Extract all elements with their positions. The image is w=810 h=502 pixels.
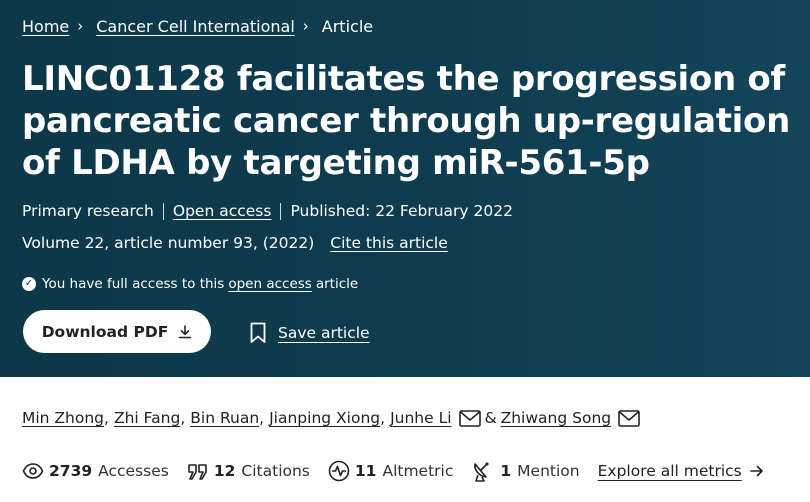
mentions-label: Mention — [517, 462, 580, 480]
article-meta: Primary research Open access Published: … — [22, 200, 513, 222]
separator: , — [259, 409, 265, 427]
cite-article-link[interactable]: Cite this article — [330, 234, 448, 252]
breadcrumb-journal-link[interactable]: Cancer Cell International — [96, 17, 295, 36]
access-prefix: You have full access to this — [42, 276, 225, 292]
check-circle-icon: ✓ — [22, 277, 36, 291]
mail-icon[interactable] — [458, 409, 481, 427]
download-icon — [178, 324, 192, 339]
author-list: Min Zhong, Zhi Fang, Bin Ruan, Jianping … — [22, 406, 640, 430]
eye-icon — [22, 461, 44, 481]
mentions-count: 1 — [500, 462, 512, 480]
separator: , — [104, 409, 109, 427]
metric-altmetric: 11 Altmetric — [328, 460, 453, 482]
divider — [162, 202, 164, 220]
save-article-button[interactable]: Save article — [250, 321, 370, 345]
article-title: LINC01128 facilitates the progression of… — [22, 59, 790, 183]
breadcrumb-current: Article — [321, 16, 374, 36]
citations-count: 12 — [213, 462, 236, 480]
metric-mentions: 1 Mention — [471, 460, 580, 482]
article-type: Primary research — [22, 202, 154, 220]
download-pdf-label: Download PDF — [41, 322, 169, 341]
accesses-label: Accesses — [98, 462, 169, 480]
accesses-count: 2739 — [49, 462, 93, 480]
explore-metrics-link[interactable]: Explore all metrics — [598, 462, 764, 480]
author-link[interactable]: Min Zhong — [22, 409, 104, 427]
explore-metrics-label: Explore all metrics — [597, 462, 742, 480]
published-date: Published: 22 February 2022 — [290, 202, 513, 220]
altmetric-label: Altmetric — [382, 462, 454, 480]
arrow-right-icon — [749, 465, 764, 477]
citations-label: Citations — [241, 462, 310, 480]
author-link[interactable]: Bin Ruan — [190, 409, 259, 427]
chevron-right-icon: › — [77, 17, 84, 35]
bookmark-icon — [250, 322, 266, 344]
divider — [280, 202, 282, 220]
metric-accesses: 2739 Accesses — [22, 461, 169, 481]
author-link[interactable]: Junhe Li — [390, 409, 451, 427]
metrics-bar: 2739 Accesses 12 Citations 11 Altmetric … — [22, 458, 764, 484]
ampersand: & — [484, 409, 497, 427]
metric-citations: 12 Citations — [187, 461, 310, 481]
mail-icon[interactable] — [618, 409, 640, 427]
open-access-info-link[interactable]: open access — [228, 276, 311, 292]
open-access-link[interactable]: Open access — [173, 202, 272, 220]
article-header: Home › Cancer Cell International › Artic… — [0, 0, 810, 377]
citation-icon — [187, 461, 209, 481]
article-citation-info: Volume 22, article number 93, (2022) Cit… — [22, 232, 448, 254]
volume-info: Volume 22, article number 93, (2022) — [22, 234, 315, 252]
breadcrumb: Home › Cancer Cell International › Artic… — [22, 15, 373, 37]
author-link[interactable]: Zhiwang Song — [501, 409, 612, 427]
save-article-label: Save article — [278, 324, 370, 342]
altmetric-icon — [328, 460, 350, 482]
altmetric-count: 11 — [354, 462, 377, 480]
separator: , — [380, 409, 386, 427]
chevron-right-icon: › — [302, 17, 309, 35]
access-suffix: article — [315, 276, 359, 292]
breadcrumb-home-link[interactable]: Home — [22, 17, 69, 36]
access-notice: ✓ You have full access to this open acce… — [22, 274, 358, 294]
author-link[interactable]: Zhi Fang — [114, 409, 180, 427]
download-pdf-button[interactable]: Download PDF — [23, 310, 211, 353]
author-link[interactable]: Jianping Xiong — [269, 409, 380, 427]
separator: , — [180, 409, 186, 427]
satellite-dish-icon — [471, 460, 495, 482]
